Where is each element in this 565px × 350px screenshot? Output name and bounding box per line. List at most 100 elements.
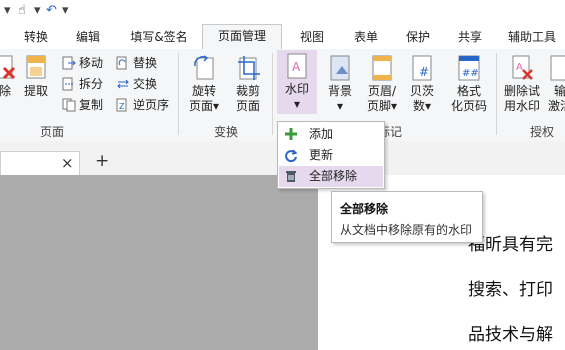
tooltip-description: 从文档中移除原有的水印: [340, 223, 473, 237]
remove-all-tooltip: 全部移除 从文档中移除原有的水印: [331, 191, 483, 243]
group-divider: [178, 53, 179, 135]
background-icon: [330, 55, 350, 81]
header-footer-icon: [372, 55, 392, 81]
undo-icon[interactable]: ↶: [46, 3, 57, 18]
page-group-label: 页面: [39, 125, 64, 139]
ribbon-tab-bar: 转换 编辑 填写&签名 页面管理 视图 表单 保护 共享 辅助工具: [0, 24, 565, 50]
header-footer-button[interactable]: 页眉/ 页脚▾: [362, 52, 402, 114]
dropdown-arrow-icon[interactable]: ▾: [62, 3, 69, 18]
bates-number-label-line2: 数: [412, 99, 425, 113]
format-page-number-icon: ##: [458, 55, 480, 81]
rotate-page-icon: [194, 55, 214, 80]
extract-page-icon: [26, 55, 46, 79]
delete-page-label: 除: [0, 84, 11, 98]
watermark-icon: A: [287, 53, 307, 79]
tab-protect[interactable]: 保护: [396, 26, 440, 48]
trash-icon: [286, 171, 296, 182]
protect-group-label: 授权: [529, 125, 554, 139]
tab-convert[interactable]: 转换: [14, 26, 58, 48]
new-tab-icon[interactable]: +: [95, 151, 109, 171]
menu-item-update-watermark[interactable]: 更新: [279, 145, 383, 166]
document-tab[interactable]: ×: [0, 151, 80, 176]
close-tab-icon[interactable]: ×: [61, 154, 74, 172]
copy-page-button[interactable]: 复制: [62, 97, 103, 113]
dropdown-arrow-icon: ▾: [390, 99, 398, 113]
reverse-page-order-label: 逆页序: [133, 98, 170, 112]
rotate-page-label-line2: 页面: [188, 99, 213, 113]
remove-trial-watermark-label: 删除试: [503, 84, 540, 98]
document-text-line: 品技术与解: [468, 325, 553, 345]
crop-page-label-line2: 页面: [235, 99, 260, 113]
move-page-button[interactable]: 移动: [62, 55, 103, 71]
svg-text:A: A: [516, 62, 523, 73]
format-page-number-button[interactable]: ## 格式 化页码: [446, 52, 492, 114]
rotate-page-label: 旋转: [191, 84, 216, 98]
header-footer-label-line2: 页脚: [366, 99, 391, 113]
bates-number-label: 贝茨: [409, 84, 434, 98]
tab-edit[interactable]: 编辑: [66, 26, 110, 48]
svg-text:##: ##: [462, 68, 479, 79]
crop-page-icon: [238, 56, 260, 80]
svg-text:Z: Z: [119, 102, 125, 111]
split-page-button[interactable]: 拆分: [62, 76, 103, 92]
remove-trial-watermark-button[interactable]: A 删除试 用水印: [500, 52, 544, 114]
watermark-button[interactable]: A 水印 ▾: [277, 50, 317, 114]
activate-button[interactable]: 输 激活: [548, 52, 565, 114]
group-divider: [496, 53, 497, 135]
background-button[interactable]: 背景 ▾: [322, 52, 358, 114]
document-text-line: 搜索、打印: [468, 280, 553, 300]
tab-form[interactable]: 表单: [344, 26, 388, 48]
hand-tool-icon[interactable]: ☝: [18, 3, 26, 18]
swap-page-icon: [117, 79, 129, 89]
activate-label-line2: 激活: [548, 99, 565, 113]
replace-page-icon: [116, 56, 127, 70]
swap-page-button[interactable]: 交换: [116, 76, 157, 92]
extract-page-button[interactable]: 提取: [22, 52, 50, 99]
delete-page-button[interactable]: 除: [0, 52, 16, 99]
copy-page-label: 复制: [79, 98, 104, 112]
watermark-label: 水印: [284, 82, 309, 96]
group-divider: [272, 53, 273, 135]
rotate-page-button[interactable]: 旋转 页面▾: [184, 52, 224, 114]
extract-page-label: 提取: [23, 84, 48, 98]
reverse-order-icon: Z: [116, 98, 127, 112]
dropdown-arrow-icon[interactable]: ▾: [4, 3, 11, 18]
menu-item-add-watermark[interactable]: 添加: [279, 124, 383, 145]
refresh-icon: [285, 149, 298, 162]
tooltip-title: 全部移除: [340, 202, 389, 216]
svg-text:A: A: [292, 60, 301, 74]
crop-page-button[interactable]: 裁剪 页面: [228, 52, 268, 114]
watermark-dropdown-menu: 添加 更新 全部移除: [277, 121, 385, 189]
tab-page-management[interactable]: 页面管理: [202, 24, 282, 50]
replace-page-button[interactable]: 替换: [116, 55, 157, 71]
copy-page-icon: [62, 98, 76, 112]
split-page-label: 拆分: [79, 77, 104, 91]
dropdown-arrow-icon[interactable]: ▾: [34, 3, 41, 18]
split-page-icon: [62, 77, 74, 91]
activate-icon: [550, 55, 565, 81]
crop-page-label: 裁剪: [235, 84, 260, 98]
header-footer-label: 页眉/: [367, 84, 397, 98]
transform-group-label: 变换: [213, 125, 238, 139]
remove-watermark-icon: A: [512, 55, 533, 80]
remove-trial-watermark-label-line2: 用水印: [503, 99, 540, 113]
tab-share[interactable]: 共享: [448, 26, 492, 48]
bates-number-button[interactable]: # 贝茨 数▾: [404, 52, 440, 114]
svg-text:#: #: [419, 65, 429, 79]
dropdown-arrow-icon: ▾: [424, 99, 432, 113]
replace-page-label: 替换: [133, 56, 158, 70]
workspace-background: [0, 175, 318, 350]
reverse-page-order-button[interactable]: Z 逆页序: [116, 97, 169, 113]
dropdown-arrow-icon: ▾: [336, 99, 344, 113]
format-page-number-label: 格式: [456, 84, 481, 98]
tab-fill-sign[interactable]: 填写&签名: [124, 26, 194, 48]
dropdown-arrow-icon: ▾: [293, 97, 301, 111]
tab-accessibility-tools[interactable]: 辅助工具: [500, 26, 564, 48]
menu-item-remove-all-watermarks[interactable]: 全部移除: [279, 166, 383, 187]
menu-item-label: 全部移除: [309, 169, 358, 183]
swap-page-label: 交换: [133, 77, 158, 91]
tab-view[interactable]: 视图: [290, 26, 334, 48]
quick-access-toolbar: ▾ ☝ ▾ ↶ ▾: [0, 0, 565, 24]
menu-item-label: 更新: [309, 148, 334, 162]
dropdown-arrow-icon: ▾: [212, 99, 220, 113]
